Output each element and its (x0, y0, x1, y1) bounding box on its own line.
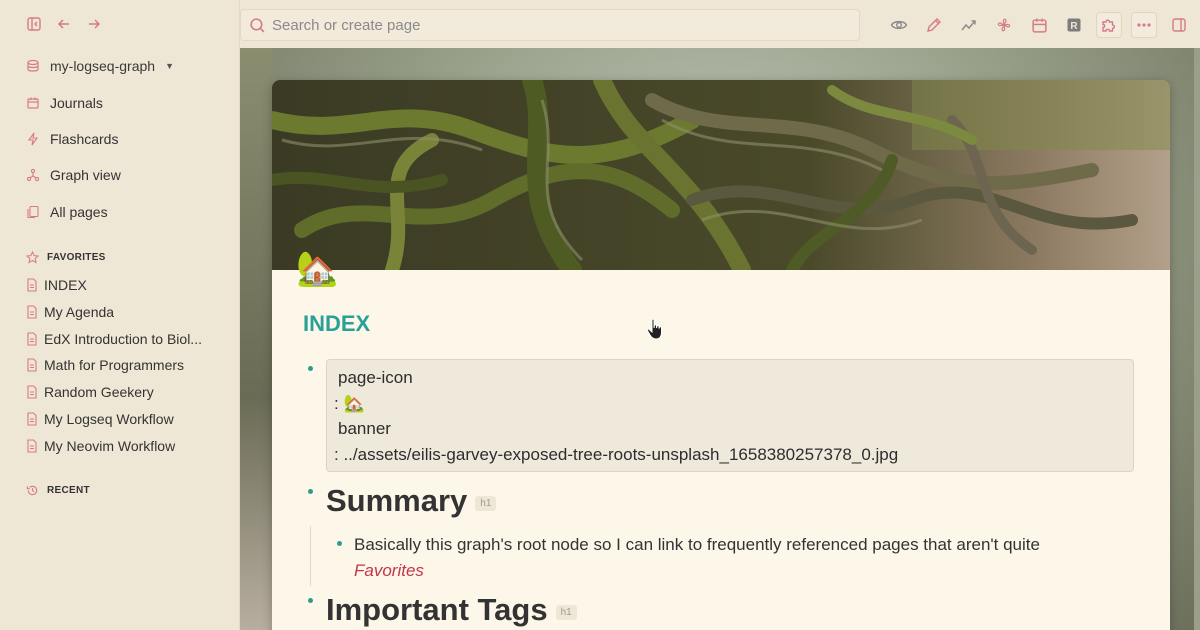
page-icon (26, 412, 38, 426)
favorite-item-random-geekery[interactable]: Random Geekery (26, 384, 226, 400)
calendar-icon (26, 96, 40, 110)
top-bar: R (240, 0, 1200, 48)
favorite-label: Random Geekery (44, 384, 154, 400)
favorite-item-index[interactable]: INDEX (26, 277, 226, 293)
properties-block[interactable]: page-icon : 🏡 banner : ../assets/eilis-g… (326, 359, 1134, 472)
toggle-left-sidebar-icon[interactable] (24, 14, 44, 34)
summary-heading[interactable]: Summary h1 (326, 483, 497, 519)
sidebar-item-flashcards[interactable]: Flashcards (26, 131, 118, 147)
toolbar-icons: R (886, 12, 1192, 38)
property-key[interactable]: page-icon (338, 368, 413, 388)
page-icon (26, 305, 38, 319)
svg-text:R: R (1070, 21, 1078, 32)
sidebar-item-label: Flashcards (50, 131, 119, 147)
heading-level-tag: h1 (555, 604, 577, 620)
property-key[interactable]: banner (338, 419, 391, 439)
graph-icon (26, 168, 40, 182)
favorite-label: My Agenda (44, 304, 115, 320)
favorite-item-my-neovim-workflow[interactable]: My Neovim Workflow (26, 438, 226, 454)
toggle-right-sidebar-icon[interactable] (1166, 12, 1192, 38)
left-sidebar: my-logseq-graph ▼ Journals Flashcards Gr… (0, 0, 240, 630)
recent-section-title[interactable]: RECENT (26, 484, 90, 497)
caret-down-icon: ▼ (165, 61, 174, 71)
page-emoji-icon[interactable]: 🏡 (296, 252, 338, 286)
eye-icon[interactable] (886, 12, 912, 38)
favorite-item-my-agenda[interactable]: My Agenda (26, 304, 226, 320)
more-icon[interactable] (1131, 12, 1157, 38)
page-icon (26, 439, 38, 453)
property-value: : 🏡 (334, 394, 365, 413)
search-icon (249, 17, 266, 34)
puzzle-icon[interactable] (1096, 12, 1122, 38)
sidebar-item-label: All pages (50, 204, 108, 220)
calendar-icon[interactable] (1026, 12, 1052, 38)
block-bullet[interactable] (308, 366, 313, 371)
hand-cursor-icon (646, 318, 666, 342)
page-banner-image (272, 80, 1170, 270)
star-icon (26, 251, 39, 264)
block-bullet[interactable] (337, 541, 342, 546)
history-icon (26, 484, 39, 497)
page-icon (26, 278, 38, 292)
heading-text: Important Tags (326, 592, 548, 627)
page-icon (26, 358, 38, 372)
favorites-page-link[interactable]: Favorites (354, 558, 1134, 584)
pages-icon (26, 205, 40, 219)
graph-name-label: my-logseq-graph (50, 58, 156, 74)
graph-selector[interactable]: my-logseq-graph ▼ (26, 58, 174, 74)
database-icon (26, 59, 40, 73)
recent-label: RECENT (47, 485, 90, 496)
sidebar-item-label: Journals (50, 95, 103, 111)
sidebar-item-journals[interactable]: Journals (26, 95, 103, 111)
nav-buttons (24, 14, 104, 34)
sidebar-item-graph-view[interactable]: Graph view (26, 167, 121, 183)
page-icon (26, 385, 38, 399)
favorite-label: My Logseq Workflow (44, 411, 174, 427)
summary-text: Basically this graph's root node so I ca… (354, 535, 1040, 554)
page-icon (26, 332, 38, 346)
favorite-label: EdX Introduction to Biol... (44, 331, 202, 347)
favorite-label: INDEX (44, 277, 87, 293)
property-value: : ../assets/eilis-garvey-exposed-tree-ro… (334, 445, 899, 464)
favorite-item-edx-biology[interactable]: EdX Introduction to Biol... (26, 331, 226, 347)
favorites-label: FAVORITES (47, 252, 106, 263)
favorite-label: Math for Programmers (44, 357, 185, 373)
readwise-icon[interactable]: R (1061, 12, 1087, 38)
summary-block-text[interactable]: Basically this graph's root node so I ca… (354, 532, 1134, 584)
page-title[interactable]: INDEX (303, 311, 370, 337)
favorites-section-title[interactable]: FAVORITES (26, 251, 106, 264)
pencil-icon[interactable] (921, 12, 947, 38)
search-input[interactable] (272, 16, 832, 34)
flashcards-icon (26, 132, 40, 146)
favorite-label: My Neovim Workflow (44, 438, 176, 454)
scrollbar[interactable] (1194, 48, 1200, 630)
fan-icon[interactable] (991, 12, 1017, 38)
sidebar-item-label: Graph view (50, 167, 121, 183)
search-bar[interactable] (240, 9, 860, 41)
heading-level-tag: h1 (475, 495, 497, 511)
block-bullet[interactable] (308, 598, 313, 603)
background-blur (240, 48, 272, 630)
trend-icon[interactable] (956, 12, 982, 38)
page-card: 🏡 INDEX page-icon : 🏡 banner : ../assets… (272, 80, 1170, 630)
sidebar-item-all-pages[interactable]: All pages (26, 204, 108, 220)
favorite-item-my-logseq-workflow[interactable]: My Logseq Workflow (26, 411, 226, 427)
back-arrow-icon[interactable] (54, 14, 74, 34)
block-thread-line (310, 526, 311, 586)
heading-text: Summary (326, 483, 468, 518)
important-tags-heading[interactable]: Important Tags h1 (326, 592, 577, 628)
favorite-item-math-for-programmers[interactable]: Math for Programmers (26, 357, 226, 373)
forward-arrow-icon[interactable] (84, 14, 104, 34)
block-bullet[interactable] (308, 489, 313, 494)
main-content: 🏡 INDEX page-icon : 🏡 banner : ../assets… (240, 48, 1200, 630)
